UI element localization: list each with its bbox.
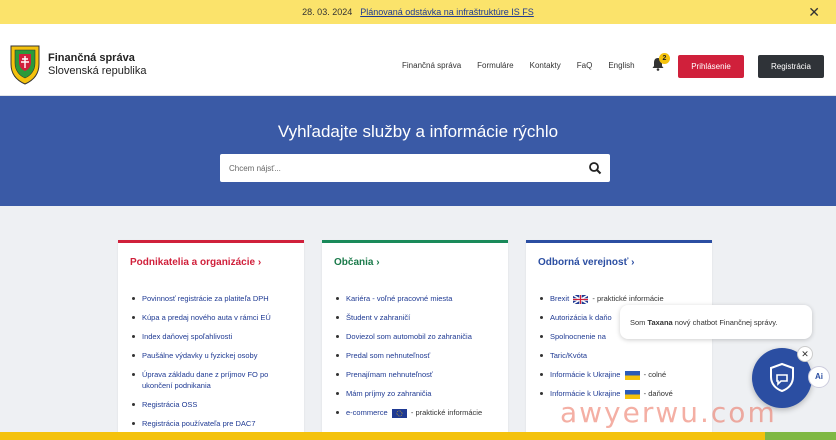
notice-bar: 28. 03. 2024 Plánovaná odstávka na infra…	[0, 0, 836, 24]
item-text: Informácie k Ukrajine	[550, 370, 621, 379]
card-list-podnikatelia: Povinnosť registrácie za platiteľa DPH K…	[130, 293, 300, 437]
list-item[interactable]: Registrácia OSS	[130, 399, 300, 410]
brand[interactable]: Finančná správa Slovenská republika	[48, 52, 146, 77]
card-title-podnikatelia[interactable]: Podnikatelia a organizácie ›	[130, 257, 261, 268]
list-item[interactable]: Taric/Kvóta	[538, 350, 708, 361]
list-item[interactable]: Brexit - praktické informácie	[538, 293, 708, 304]
item-text: e-commerce	[346, 408, 388, 417]
chatbot-name: Taxana	[647, 317, 673, 327]
search-input[interactable]	[220, 154, 580, 182]
login-button[interactable]: Prihlásenie	[678, 55, 744, 78]
bottom-strip-accent	[765, 432, 836, 440]
card-title-obcania[interactable]: Občania ›	[334, 257, 380, 268]
bottom-strip	[0, 432, 836, 440]
ukraine-flag-icon	[624, 370, 640, 380]
list-item[interactable]: Mám príjmy zo zahraničia	[334, 388, 504, 399]
item-suffix: - praktické informácie	[592, 294, 664, 303]
nav-english[interactable]: English	[608, 61, 634, 70]
nav-financna-sprava[interactable]: Finančná správa	[402, 61, 461, 70]
card-obcania: Občania › Kariéra - voľné pracovné miest…	[322, 240, 508, 440]
search-icon[interactable]	[588, 161, 602, 175]
list-item[interactable]: Úprava základu dane z príjmov FO po ukon…	[130, 369, 300, 391]
list-item[interactable]: Informácie k Ukrajine - colné	[538, 369, 708, 380]
list-item[interactable]: Predal som nehnuteľnosť	[334, 350, 504, 361]
list-item[interactable]: Prenajímam nehnuteľnosť	[334, 369, 504, 380]
list-item[interactable]: Index daňovej spoľahlivosti	[130, 331, 300, 342]
item-text: Brexit	[550, 294, 570, 303]
item-suffix: - praktické informácie	[410, 408, 483, 417]
search-box	[220, 154, 610, 182]
card-podnikatelia: Podnikatelia a organizácie › Povinnosť r…	[118, 240, 304, 440]
uk-flag-icon	[573, 294, 589, 304]
eu-flag-icon	[391, 408, 407, 418]
notice-close-icon[interactable]: ✕	[808, 4, 820, 20]
nav-faq[interactable]: FaQ	[577, 61, 593, 70]
notification-badge: 2	[659, 53, 670, 64]
watermark: awyerwu.com	[560, 396, 777, 429]
notice-date: 28. 03. 2024	[302, 7, 353, 17]
list-item[interactable]: Paušálne výdavky u fyzickej osoby	[130, 350, 300, 361]
ai-assistant-button[interactable]: Ai	[808, 366, 830, 388]
list-item[interactable]: Študent v zahraničí	[334, 312, 504, 323]
list-item[interactable]: e-commerce - praktické informácie	[334, 407, 504, 418]
chatbot-text-before: Som	[630, 317, 646, 327]
notice-link[interactable]: Plánovaná odstávka na infraštruktúre IS …	[360, 7, 534, 17]
chatbot-text-after: nový chatbot Finančnej správy.	[674, 317, 778, 327]
register-button[interactable]: Registrácia	[758, 55, 824, 78]
card-title-odborna[interactable]: Odborná verejnosť ›	[538, 257, 634, 268]
hero-search-section: Vyhľadajte služby a informácie rýchlo	[0, 96, 836, 206]
nav-kontakty[interactable]: Kontakty	[530, 61, 561, 70]
site-header: Finančná správa Slovenská republika Fina…	[0, 24, 836, 96]
list-item[interactable]: Doviezol som automobil zo zahraničia	[334, 331, 504, 342]
list-item[interactable]: Registrácia používateľa pre DAC7	[130, 418, 300, 429]
item-suffix: - colné	[643, 370, 667, 379]
main-nav: Finančná správa Formuláre Kontakty FaQ E…	[402, 61, 651, 70]
chatbot-close-icon[interactable]: ✕	[797, 346, 813, 362]
list-item[interactable]: Kariéra - voľné pracovné miesta	[334, 293, 504, 304]
list-item[interactable]: Povinnosť registrácie za platiteľa DPH	[130, 293, 300, 304]
hero-title: Vyhľadajte služby a informácie rýchlo	[277, 122, 559, 141]
brand-subtitle: Slovenská republika	[48, 65, 147, 77]
list-item[interactable]: Kúpa a predaj nového auta v rámci EÚ	[130, 312, 300, 323]
nav-formulare[interactable]: Formuláre	[477, 61, 513, 70]
brand-title: Finančná správa	[48, 52, 135, 64]
coat-of-arms-logo[interactable]	[8, 42, 42, 86]
chatbot-tooltip: Som Taxana nový chatbot Finančnej správy…	[620, 305, 812, 339]
card-list-obcania: Kariéra - voľné pracovné miesta Študent …	[334, 293, 504, 426]
